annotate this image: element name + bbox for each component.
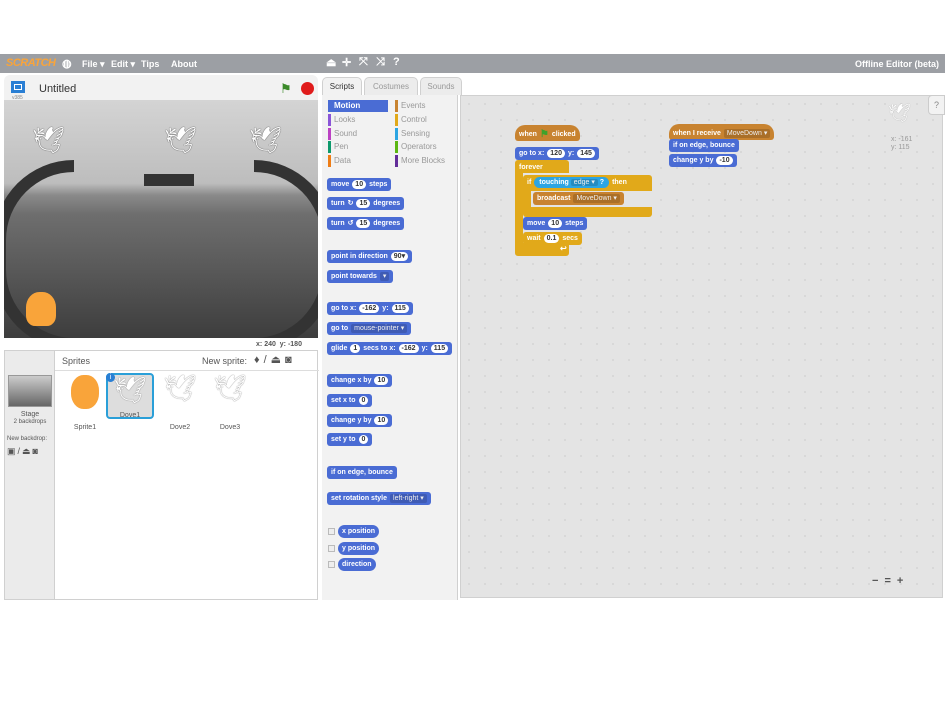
shrink-icon[interactable]: ⤨ [376, 56, 385, 69]
sprite-preview-icon: 🕊 [888, 103, 911, 123]
checkbox-y-position[interactable] [328, 545, 335, 552]
block-change-x[interactable]: change x by 10 [327, 374, 393, 387]
green-flag-icon[interactable]: ⚑ [280, 81, 292, 97]
block-point-in-direction[interactable]: point in direction 90▾ [327, 250, 413, 263]
menu-tips[interactable]: Tips [141, 59, 159, 69]
stop-icon[interactable] [301, 82, 314, 95]
sprite-thumb-dove2[interactable]: 🕊 Dove2 [156, 373, 204, 431]
sprites-header: Sprites [62, 356, 91, 366]
reporter-y-position[interactable]: y position [338, 542, 380, 555]
delete-icon[interactable]: ✛ [342, 56, 351, 69]
dove-sprite[interactable]: 🕊 [164, 125, 197, 156]
category-more-blocks[interactable]: More Blocks [395, 155, 445, 167]
change-y-block[interactable]: change y by -10 [669, 154, 737, 167]
block-set-x[interactable]: set x to 0 [327, 394, 373, 407]
sprite-pane: Stage 2 backdrops New backdrop: ▣/⏏◙ Spr… [4, 350, 319, 600]
category-motion[interactable]: Motion [328, 100, 388, 112]
fullscreen-icon[interactable] [11, 81, 25, 93]
category-pen[interactable]: Pen [328, 141, 348, 153]
zoom-out-button[interactable]: − [872, 575, 878, 587]
category-operators[interactable]: Operators [395, 141, 437, 153]
dove-sprite[interactable]: 🕊 [32, 125, 65, 156]
block-go-to[interactable]: go to mouse-pointer ▾ [327, 322, 412, 335]
when-flag-clicked-block[interactable]: when ⚑ clicked [515, 125, 580, 141]
divider [55, 370, 319, 371]
grow-icon[interactable]: ⤧ [359, 56, 368, 69]
menu-bar: SCRATCH ◍ File ▾ Edit ▾ Tips About ⏏ ✛ ⤧… [0, 54, 945, 73]
stage-canvas[interactable]: 🕊 🕊 🕊 [4, 100, 318, 338]
stage-thumbnail[interactable] [8, 375, 52, 407]
category-sound[interactable]: Sound [328, 128, 357, 140]
sprite-y-readout: y: 115 [891, 144, 910, 151]
globe-icon[interactable]: ◍ [62, 57, 72, 70]
wait-block[interactable]: wait 0.1 secs [523, 232, 582, 245]
new-backdrop-icons[interactable]: ▣/⏏◙ [7, 446, 40, 457]
reporter-direction[interactable]: direction [338, 558, 376, 571]
sprite-x-readout: x: -161 [891, 136, 913, 143]
backdrop-count: 2 backdrops [13, 419, 47, 425]
if-on-edge-bounce-block[interactable]: if on edge, bounce [669, 139, 739, 152]
block-set-y[interactable]: set y to 0 [327, 433, 373, 446]
move-steps-block[interactable]: move 10 steps [523, 217, 588, 230]
checkbox-direction[interactable] [328, 561, 335, 568]
new-sprite-label: New sprite: [202, 356, 248, 366]
pier [144, 174, 194, 186]
green-flag-icon: ⚑ [539, 129, 549, 140]
sprite-thumb-dove3[interactable]: 🕊 Dove3 [206, 373, 254, 431]
forever-label: forever [519, 164, 543, 171]
block-move[interactable]: move 10 steps [327, 178, 392, 191]
cat-sprite[interactable] [26, 292, 56, 326]
mouse-coordinates: x: 240 y: -180 [256, 341, 302, 348]
tab-sounds[interactable]: Sounds [420, 77, 462, 95]
block-set-rotation-style[interactable]: set rotation style left-right ▾ [327, 492, 431, 505]
category-events[interactable]: Events [395, 100, 425, 112]
help-icon[interactable]: ? [393, 56, 400, 68]
stage-header: v385 Untitled ⚑ [4, 75, 318, 101]
when-i-receive-block[interactable]: when I receive MoveDown ▾ [669, 124, 775, 140]
block-glide[interactable]: glide 1 secs to x: -162 y: 115 [327, 342, 453, 355]
dove-sprite[interactable]: 🕊 [249, 125, 282, 156]
block-turn-right[interactable]: turn ↻ 15 degrees [327, 197, 405, 210]
project-title[interactable]: Untitled [39, 83, 76, 95]
category-looks[interactable]: Looks [328, 114, 355, 126]
sculpture-right [254, 160, 318, 338]
tab-scripts[interactable]: Scripts [322, 77, 362, 95]
sprite-thumb-sprite1[interactable]: Sprite1 [61, 373, 109, 431]
reporter-x-position[interactable]: x position [338, 525, 380, 538]
go-to-xy-block[interactable]: go to x: 120 y: 145 [515, 147, 599, 160]
menu-edit[interactable]: Edit ▾ [111, 59, 135, 70]
checkbox-x-position[interactable] [328, 528, 335, 535]
duplicate-icon[interactable]: ⏏ [326, 56, 336, 69]
touching-edge-block[interactable]: touching edge ▾ ? [534, 177, 610, 188]
new-sprite-icons[interactable]: ♦/⏏◙ [254, 353, 296, 366]
tab-costumes[interactable]: Costumes [364, 77, 418, 95]
block-turn-left[interactable]: turn ↺ 15 degrees [327, 217, 405, 230]
zoom-controls: − = + [872, 575, 903, 587]
info-icon[interactable]: i [106, 373, 115, 382]
block-point-towards[interactable]: point towards ▾ [327, 270, 394, 283]
new-backdrop-label: New backdrop: [7, 436, 48, 442]
zoom-in-button[interactable]: + [897, 575, 903, 587]
sprite-thumb-dove1[interactable]: i 🕊 Dove1 [106, 373, 154, 419]
edition-label: Offline Editor (beta) [855, 59, 939, 69]
category-control[interactable]: Control [395, 114, 427, 126]
block-if-on-edge-bounce[interactable]: if on edge, bounce [327, 466, 397, 479]
zoom-reset-button[interactable]: = [884, 575, 890, 587]
stage-label: Stage [20, 411, 40, 418]
menu-file[interactable]: File ▾ [82, 59, 105, 70]
block-go-to-xy[interactable]: go to x: -162 y: 115 [327, 302, 413, 315]
loop-arrow-icon: ↩ [560, 244, 567, 253]
block-change-y[interactable]: change y by 10 [327, 414, 393, 427]
scratch-logo[interactable]: SCRATCH [6, 57, 56, 69]
help-tab-icon[interactable]: ? [928, 95, 945, 115]
category-sensing[interactable]: Sensing [395, 128, 430, 140]
stage-column: Stage 2 backdrops New backdrop: ▣/⏏◙ [5, 351, 55, 599]
broadcast-block[interactable]: broadcast MoveDown ▾ [533, 192, 624, 205]
menu-about[interactable]: About [171, 59, 197, 69]
if-label: if touching edge ▾ ? then [527, 177, 627, 188]
category-data[interactable]: Data [328, 155, 351, 167]
